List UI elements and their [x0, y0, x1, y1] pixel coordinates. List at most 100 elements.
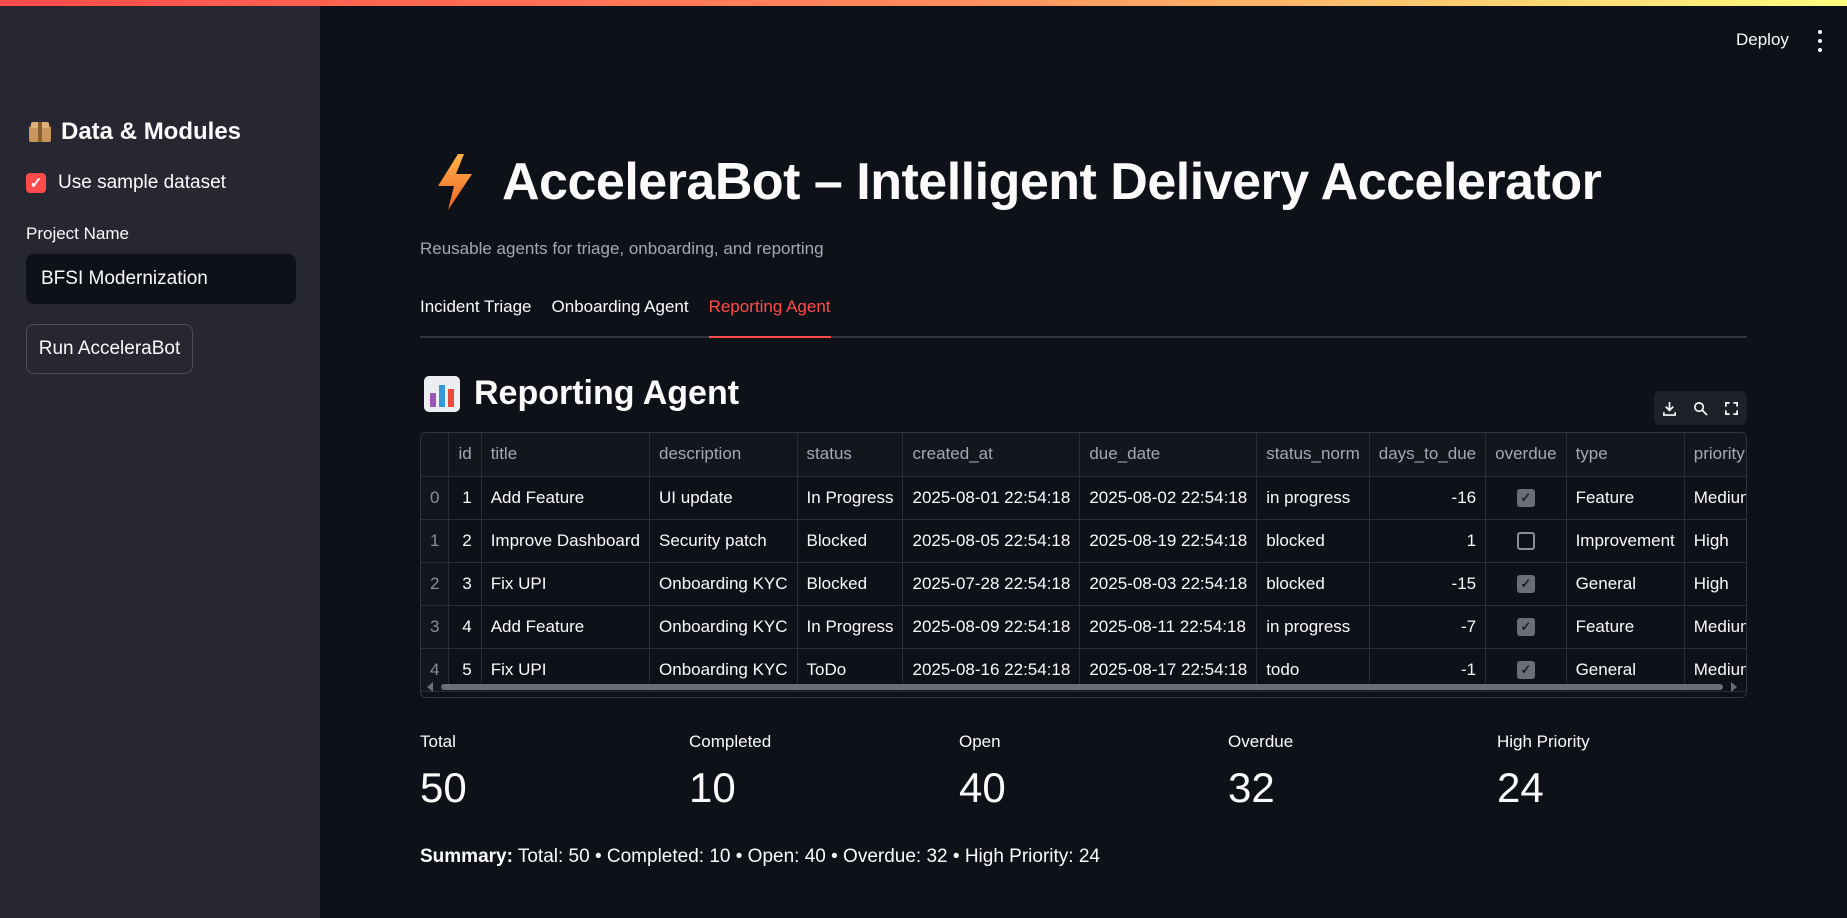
table-cell[interactable]: High: [1684, 519, 1746, 563]
table-cell[interactable]: Improve Dashboard: [481, 519, 651, 563]
overdue-cell[interactable]: ✓: [1485, 605, 1567, 649]
search-icon[interactable]: [1690, 397, 1712, 419]
checkbox-checked-icon: ✓: [1516, 618, 1535, 637]
table-cell[interactable]: Medium: [1684, 476, 1746, 520]
sidebar: Data & Modules ✓ Use sample dataset Proj…: [0, 0, 320, 918]
overdue-cell[interactable]: ✓: [1485, 562, 1567, 606]
table-cell[interactable]: 2025-08-11 22:54:18: [1079, 605, 1258, 649]
tab-reporting-agent[interactable]: Reporting Agent: [708, 296, 831, 338]
scrollbar-thumb[interactable]: [441, 684, 1723, 690]
table-cell[interactable]: Blocked: [797, 519, 904, 563]
column-header[interactable]: days_to_due: [1369, 433, 1487, 477]
column-header[interactable]: type: [1566, 433, 1685, 477]
dataframe[interactable]: id title description status created_at d…: [420, 432, 1747, 698]
table-cell[interactable]: Add Feature: [481, 476, 651, 520]
table-cell[interactable]: Feature: [1566, 476, 1685, 520]
metric-label: Open: [959, 732, 1001, 751]
sidebar-header: Data & Modules: [29, 118, 241, 146]
table-cell[interactable]: 2025-08-05 22:54:18: [902, 519, 1081, 563]
row-index-cell[interactable]: 3: [421, 605, 450, 649]
checkbox-checked-icon[interactable]: ✓: [26, 173, 46, 193]
metric-label: Total: [420, 732, 456, 751]
overdue-cell[interactable]: ✓: [1485, 476, 1567, 520]
table-cell[interactable]: -15: [1369, 562, 1487, 606]
column-header[interactable]: due_date: [1079, 433, 1258, 477]
table-cell[interactable]: blocked: [1256, 562, 1370, 606]
metric-label: Overdue: [1228, 732, 1294, 751]
table-cell[interactable]: 2025-08-03 22:54:18: [1079, 562, 1258, 606]
table-cell[interactable]: Medium: [1684, 605, 1746, 649]
metric-total: Total 50: [420, 732, 467, 812]
table-cell[interactable]: 1: [1369, 519, 1487, 563]
table-cell[interactable]: Onboarding KYC: [649, 605, 798, 649]
package-icon: [29, 122, 51, 142]
table-cell[interactable]: in progress: [1256, 476, 1370, 520]
table-cell[interactable]: Blocked: [797, 562, 904, 606]
page-title: AcceleraBot – Intelligent Delivery Accel…: [434, 152, 1602, 212]
table-cell[interactable]: blocked: [1256, 519, 1370, 563]
table-cell[interactable]: Onboarding KYC: [649, 562, 798, 606]
column-header[interactable]: created_at: [902, 433, 1081, 477]
table-cell[interactable]: General: [1566, 562, 1685, 606]
table-cell[interactable]: Feature: [1566, 605, 1685, 649]
scroll-right-icon[interactable]: [1731, 682, 1737, 692]
table-cell[interactable]: 2025-08-02 22:54:18: [1079, 476, 1258, 520]
table-row[interactable]: 1 2 Improve Dashboard Security patch Blocked…: [421, 519, 1746, 563]
row-index-cell[interactable]: 0: [421, 476, 450, 520]
metric-value: 50: [420, 764, 467, 811]
kebab-menu-icon[interactable]: [1815, 30, 1825, 52]
table-cell[interactable]: High: [1684, 562, 1746, 606]
table-row[interactable]: 0 1 Add Feature UI update In Progress 2025-08…: [421, 476, 1746, 520]
row-index-cell[interactable]: 2: [421, 562, 450, 606]
table-cell[interactable]: -16: [1369, 476, 1487, 520]
summary-label: Summary:: [420, 846, 513, 867]
tab-incident-triage[interactable]: Incident Triage: [420, 296, 532, 336]
table-cell[interactable]: 3: [448, 562, 482, 606]
table-cell[interactable]: 2025-08-09 22:54:18: [902, 605, 1081, 649]
table-cell[interactable]: 1: [448, 476, 482, 520]
column-header[interactable]: description: [649, 433, 798, 477]
table-cell[interactable]: Fix UPI: [481, 562, 651, 606]
table-cell[interactable]: 2: [448, 519, 482, 563]
metric-completed: Completed 10: [689, 732, 771, 812]
fullscreen-icon[interactable]: [1721, 397, 1743, 419]
table-row[interactable]: 3 4 Add Feature Onboarding KYC In Progress 20…: [421, 605, 1746, 649]
table-header-row: id title description status created_at d…: [421, 433, 1746, 477]
project-name-label: Project Name: [26, 224, 129, 243]
use-sample-dataset-checkbox[interactable]: ✓ Use sample dataset: [26, 172, 226, 194]
section-heading: Reporting Agent: [424, 374, 739, 413]
table-cell[interactable]: 2025-08-01 22:54:18: [902, 476, 1081, 520]
column-header[interactable]: status: [797, 433, 904, 477]
table-cell[interactable]: 2025-08-19 22:54:18: [1079, 519, 1258, 563]
run-accelerabot-button[interactable]: Run AcceleraBot: [26, 324, 193, 374]
table-cell[interactable]: In Progress: [797, 605, 904, 649]
horizontal-scrollbar[interactable]: [427, 681, 1737, 693]
project-name-input[interactable]: [26, 254, 296, 304]
table-cell[interactable]: 4: [448, 605, 482, 649]
column-header[interactable]: [421, 433, 450, 477]
column-header[interactable]: id: [448, 433, 482, 477]
table-row[interactable]: 2 3 Fix UPI Onboarding KYC Blocked 2025-07-28…: [421, 562, 1746, 606]
overdue-cell[interactable]: [1485, 519, 1567, 563]
table-cell[interactable]: 2025-07-28 22:54:18: [902, 562, 1081, 606]
deploy-button[interactable]: Deploy: [1736, 30, 1789, 50]
column-header[interactable]: status_norm: [1256, 433, 1370, 477]
dataframe-toolbar: [1654, 391, 1747, 425]
table-cell[interactable]: Add Feature: [481, 605, 651, 649]
scroll-left-icon[interactable]: [427, 682, 433, 692]
checkbox-checked-icon: ✓: [1516, 489, 1535, 508]
column-header[interactable]: overdue: [1485, 433, 1567, 477]
column-header[interactable]: priority: [1684, 433, 1746, 477]
column-header[interactable]: title: [481, 433, 651, 477]
table-cell[interactable]: UI update: [649, 476, 798, 520]
metric-high-priority: High Priority 24: [1497, 732, 1590, 812]
table-cell[interactable]: Improvement: [1566, 519, 1685, 563]
tab-onboarding-agent[interactable]: Onboarding Agent: [552, 296, 689, 336]
sidebar-header-label: Data & Modules: [61, 118, 242, 145]
table-cell[interactable]: In Progress: [797, 476, 904, 520]
table-cell[interactable]: Security patch: [649, 519, 798, 563]
row-index-cell[interactable]: 1: [421, 519, 450, 563]
download-icon[interactable]: [1659, 397, 1681, 419]
table-cell[interactable]: -7: [1369, 605, 1487, 649]
table-cell[interactable]: in progress: [1256, 605, 1370, 649]
